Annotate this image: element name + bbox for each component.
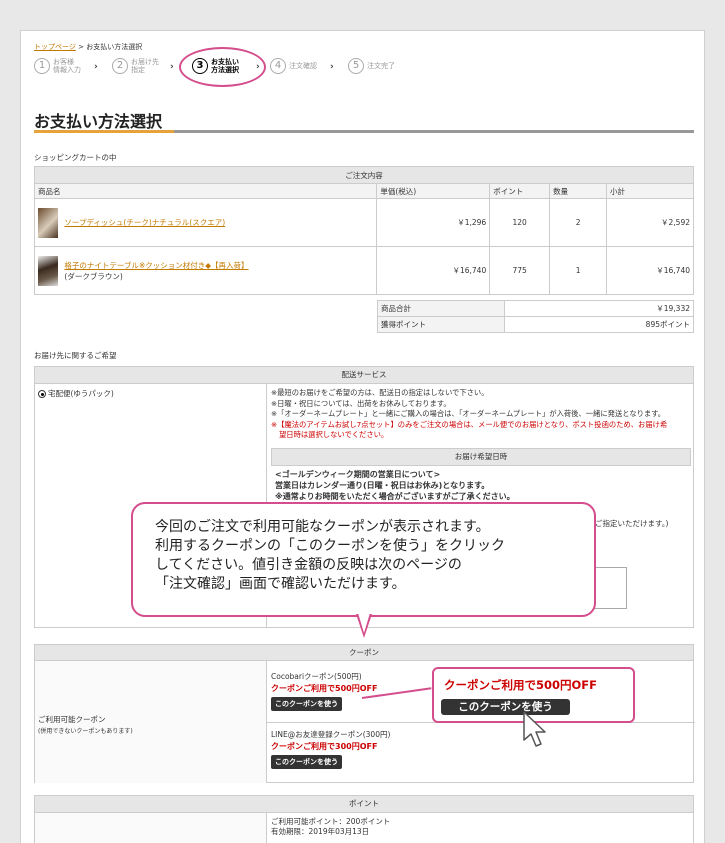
- checkout-steps: 1 お客様 情報入力 › 2 お届け先 指定 › 3 お支払い 方法選択 › 4 注文…: [34, 52, 694, 88]
- product-link[interactable]: 格子のナイトテーブル※クッション材付き◆【再入荷】: [64, 261, 248, 270]
- title-underline: [34, 130, 694, 133]
- page-title: お支払い方法選択: [34, 112, 163, 131]
- delivery-label: お届け先に関するご希望: [34, 351, 117, 360]
- breadcrumb-current: お支払い方法選択: [86, 43, 143, 51]
- points-section: ポイント ご利用可能ポイント：200ポイント 有効期限：2019年03月13日: [34, 795, 694, 843]
- current-step-highlight: [179, 47, 266, 87]
- coupon-item: Cocobariクーポン(500円) クーポンご利用で500円OFF このクーポ…: [271, 671, 377, 711]
- use-coupon-button[interactable]: このクーポンを使う: [271, 697, 342, 711]
- breadcrumb: トップページ > お支払い方法選択: [34, 43, 143, 51]
- chevron-right-icon: ›: [94, 62, 98, 72]
- use-coupon-button-zoomed[interactable]: このクーポンを使う: [441, 699, 570, 715]
- chevron-right-icon: ›: [170, 62, 174, 72]
- cart-table: ご注文内容 商品名 単価(税込) ポイント 数量 小計 ソープディッシュ(チーク…: [33, 166, 694, 295]
- table-row: 格子のナイトテーブル※クッション材付き◆【再入荷】 (ダークブラウン) ￥16,…: [33, 246, 694, 295]
- product-thumbnail[interactable]: [38, 255, 58, 286]
- delivery-radio[interactable]: [38, 390, 46, 398]
- mouse-pointer-icon: [523, 711, 546, 747]
- instruction-callout: 今回のご注文で利用可能なクーポンが表示されます。 利用するクーポンの「このクーポ…: [131, 502, 596, 617]
- table-row: ソープディッシュ(チーク)ナチュラル(スクエア) ￥1,296 120 2 ￥2…: [33, 198, 694, 247]
- step-complete: 5 注文完了: [348, 58, 395, 74]
- step-delivery: 2 お届け先 指定: [112, 58, 159, 74]
- step-customer-info: 1 お客様 情報入力: [34, 58, 81, 74]
- chevron-right-icon: ›: [330, 62, 334, 72]
- cart-header: ご注文内容: [34, 166, 694, 184]
- cart-totals: 商品合計 ￥19,332 獲得ポイント 895ポイント: [377, 300, 694, 333]
- breadcrumb-home-link[interactable]: トップページ: [34, 43, 76, 51]
- product-thumbnail[interactable]: [38, 207, 58, 238]
- product-link[interactable]: ソープディッシュ(チーク)ナチュラル(スクエア): [64, 218, 225, 227]
- use-coupon-button[interactable]: このクーポンを使う: [271, 755, 342, 769]
- step-confirm: 4 注文確認: [270, 58, 317, 74]
- cart-label: ショッピングカートの中: [34, 153, 117, 162]
- coupon-item: LINE@お友達登録クーポン(300円) クーポンご利用で300円OFF このク…: [271, 729, 390, 769]
